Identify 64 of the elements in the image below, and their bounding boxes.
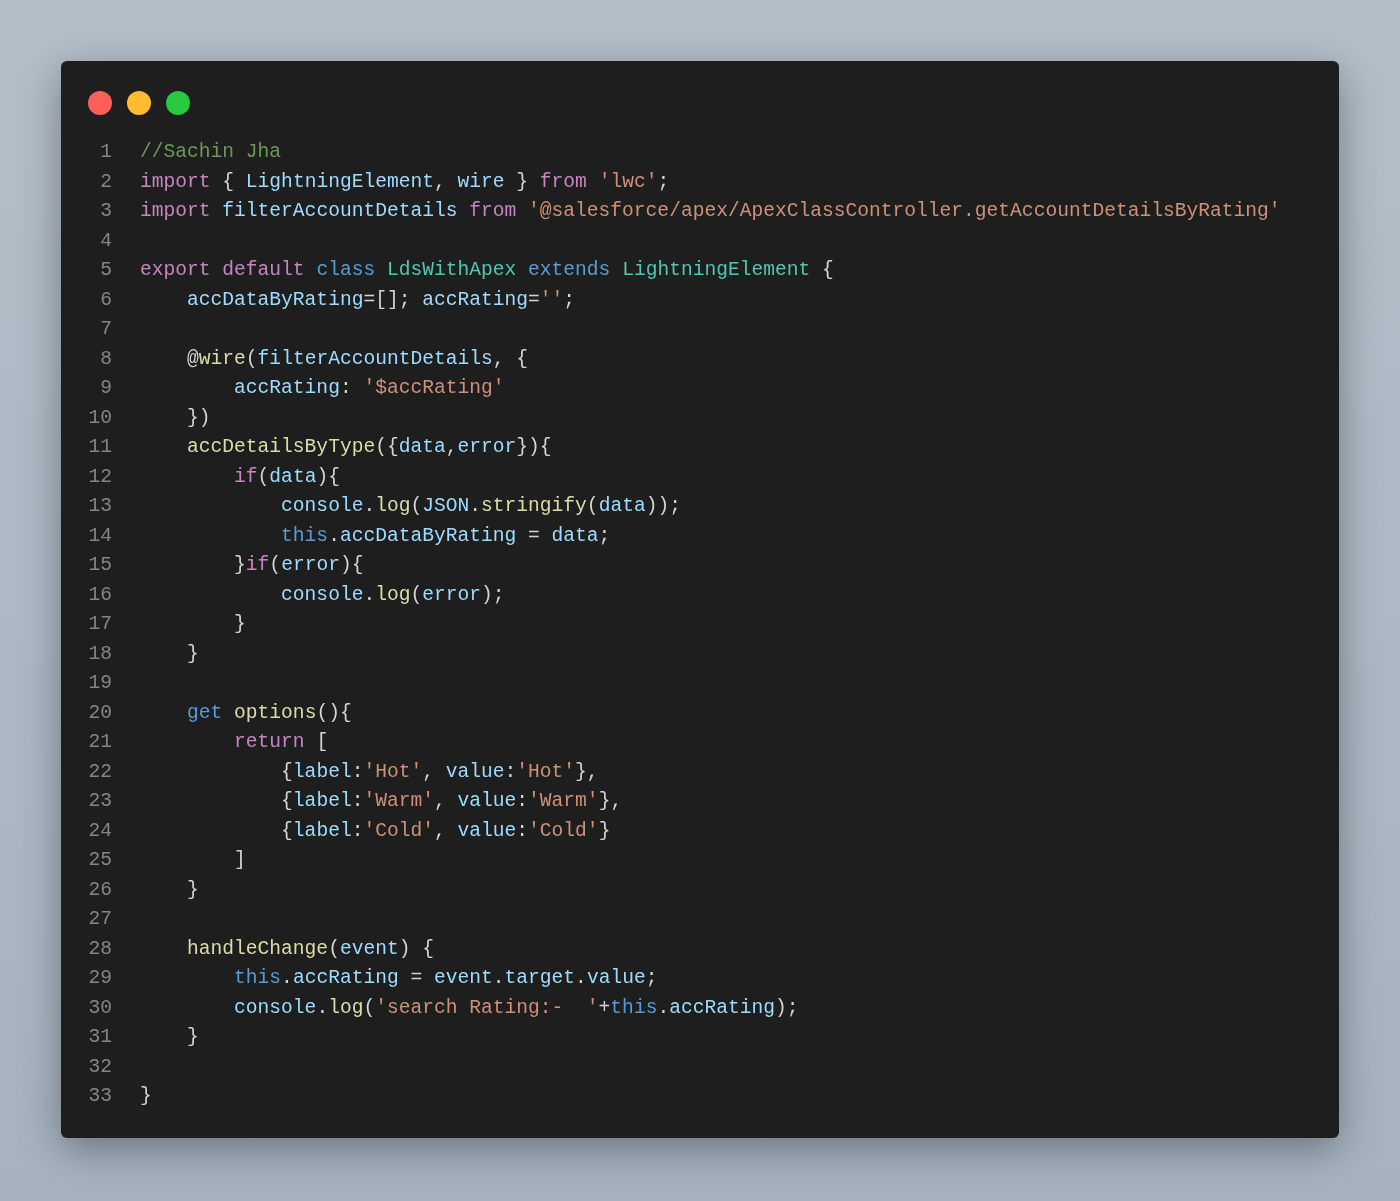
line-number: 15 xyxy=(87,553,112,578)
code-line: import filterAccountDetails from '@salesforce/apex/ApexClassController.getAccountDetailsByRating' xyxy=(140,199,1281,224)
line-number: 30 xyxy=(87,995,112,1021)
line-number: 23 xyxy=(87,789,112,814)
line-number: 11 xyxy=(87,435,112,460)
code-line: accDataByRating=[]; accRating=''; xyxy=(186,287,576,313)
code-line: {label:'Warm', value:'Warm'}, xyxy=(280,789,623,814)
line-number: 20 xyxy=(87,700,112,726)
code-line: console.log(JSON.stringify(data)); xyxy=(280,494,681,519)
line-number: 14 xyxy=(87,523,112,549)
line-number: 3 xyxy=(99,199,112,224)
line-number: 21 xyxy=(87,730,112,755)
code-line: this.accDataByRating = data; xyxy=(280,523,611,549)
line-number: 8 xyxy=(99,346,112,372)
code-line: get options(){ xyxy=(186,700,352,726)
line-number: 5 xyxy=(99,258,112,283)
line-number: 29 xyxy=(87,966,112,991)
line-number: 16 xyxy=(87,582,112,608)
code-line: } xyxy=(233,612,246,637)
line-number: 12 xyxy=(87,464,112,490)
line-number: 28 xyxy=(87,936,112,962)
code-line: ] xyxy=(233,848,246,873)
line-number: 33 xyxy=(87,1084,112,1109)
code-line: } xyxy=(186,1025,199,1050)
line-number: 13 xyxy=(87,494,112,519)
code-line: } xyxy=(186,877,199,903)
code-line: {label:'Hot', value:'Hot'}, xyxy=(280,759,599,785)
line-number: 25 xyxy=(87,848,112,873)
code-line: {label:'Cold', value:'Cold'} xyxy=(280,818,611,844)
code-line: } xyxy=(186,641,199,667)
code-line: }if(error){ xyxy=(233,553,364,578)
code-line: console.log(error); xyxy=(280,582,505,608)
line-number: 31 xyxy=(87,1025,112,1050)
code-line: //Sachin Jha xyxy=(140,140,282,165)
code-line: return [ xyxy=(233,730,329,755)
code-line: if(data){ xyxy=(233,464,340,490)
line-number: 32 xyxy=(87,1054,112,1080)
code-line: accRating: '$accRating' xyxy=(233,376,505,401)
code-line: import { LightningElement, wire } from 'lwc'; xyxy=(140,169,670,195)
line-number: 6 xyxy=(99,287,112,313)
line-number: 18 xyxy=(87,641,112,667)
line-number: 19 xyxy=(87,671,112,696)
code-line: console.log('search Rating:- '+this.accRating); xyxy=(233,995,799,1021)
code-line: } xyxy=(140,1084,152,1109)
code-line: @wire(filterAccountDetails, { xyxy=(186,346,529,372)
code-line: }) xyxy=(186,405,211,431)
line-number: 10 xyxy=(87,405,112,431)
line-number: 22 xyxy=(87,759,112,785)
line-number: 2 xyxy=(99,169,112,195)
code-line: accDetailsByType({data,error}){ xyxy=(186,435,552,460)
line-number: 17 xyxy=(87,612,112,637)
line-number: 24 xyxy=(87,818,112,844)
line-number: 27 xyxy=(87,907,112,932)
code-line: handleChange(event) { xyxy=(186,936,434,962)
code-line: this.accRating = event.target.value; xyxy=(233,966,658,991)
window-minimize-button[interactable] xyxy=(127,91,151,115)
code-line: export default class LdsWithApex extends LightningElement { xyxy=(140,258,834,283)
line-number: 4 xyxy=(99,228,112,254)
line-number: 7 xyxy=(99,317,112,342)
line-number: 9 xyxy=(99,376,112,401)
window-close-button[interactable] xyxy=(88,91,112,115)
line-number: 1 xyxy=(99,140,112,165)
line-number: 26 xyxy=(87,877,112,903)
window-maximize-button[interactable] xyxy=(166,91,190,115)
